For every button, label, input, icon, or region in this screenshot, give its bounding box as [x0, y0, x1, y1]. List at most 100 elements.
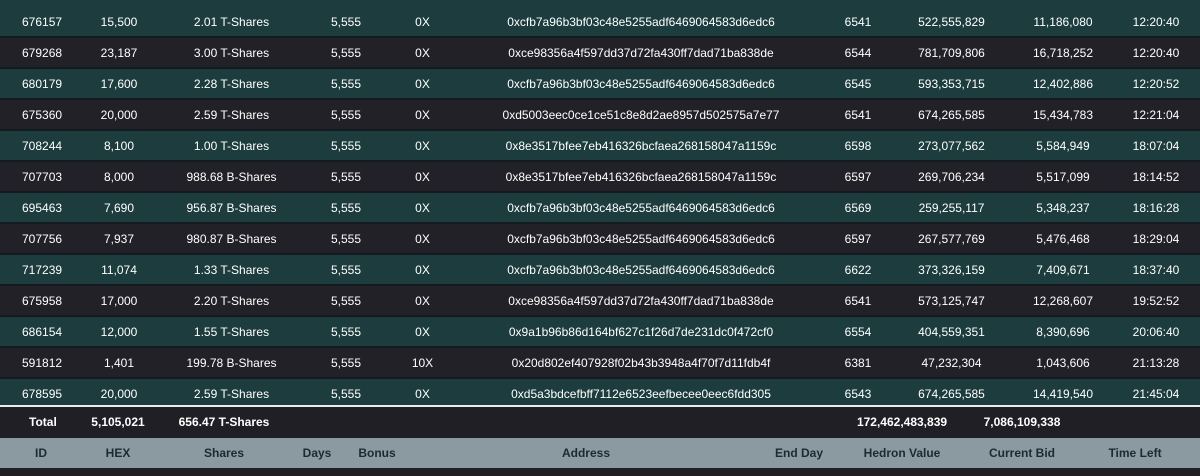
- table-row[interactable]: 695463 7,690 956.87 B-Shares 5,555 0X 0xcfb7a…: [0, 192, 1200, 224]
- row-hedron-value: 267,577,769: [889, 223, 1014, 255]
- row-shares: 199.78 B-Shares: [161, 347, 302, 379]
- row-bonus: 0X: [390, 316, 455, 348]
- row-bonus: 0X: [390, 130, 455, 162]
- row-address[interactable]: 0x8e3517bfee7eb416326bcfaea268158047a115…: [455, 161, 827, 193]
- row-end-day: 6541: [827, 285, 889, 317]
- table-row[interactable]: 679268 23,187 3.00 T-Shares 5,555 0X 0xce9835…: [0, 37, 1200, 69]
- row-bonus: 0X: [390, 192, 455, 224]
- column-header-hedron-value[interactable]: Hedron Value: [864, 438, 941, 468]
- row-days: 5,555: [302, 316, 390, 348]
- row-time-left: 12:21:04: [1112, 99, 1200, 131]
- column-header-time-left[interactable]: Time Left: [1108, 438, 1161, 468]
- row-id: 707703: [0, 161, 77, 193]
- table-row[interactable]: 591812 1,401 199.78 B-Shares 5,555 10X 0x20d8…: [0, 347, 1200, 379]
- row-hex: 17,600: [77, 68, 161, 100]
- row-id: 675958: [0, 285, 77, 317]
- row-address[interactable]: 0xce98356a4f597dd37d72fa430ff7dad71ba838…: [455, 285, 827, 317]
- row-end-day: 6597: [827, 223, 889, 255]
- column-header-address[interactable]: Address: [562, 438, 610, 468]
- table-body: 676157 15,500 2.01 T-Shares 5,555 0X 0xcfb7a9…: [0, 7, 1200, 410]
- column-header-bonus[interactable]: Bonus: [358, 438, 395, 468]
- totals-current-bid: 7,086,109,338: [983, 415, 1061, 429]
- row-current-bid: 7,409,671: [1014, 254, 1112, 286]
- row-current-bid: 16,718,252: [1014, 37, 1112, 69]
- row-hedron-value: 593,353,715: [889, 68, 1014, 100]
- totals-row: Total 5,105,021 656.47 T-Shares 172,462,…: [0, 407, 1200, 438]
- row-id: 717239: [0, 254, 77, 286]
- row-shares: 2.28 T-Shares: [161, 68, 302, 100]
- row-current-bid: 12,268,607: [1014, 285, 1112, 317]
- page-footer-strip: [0, 468, 1200, 476]
- row-bonus: 0X: [390, 7, 455, 38]
- row-address[interactable]: 0xcfb7a96b3bf03c48e5255adf6469064583d6ed…: [455, 223, 827, 255]
- row-hex: 7,690: [77, 192, 161, 224]
- table-row[interactable]: 707756 7,937 980.87 B-Shares 5,555 0X 0xcfb7a…: [0, 223, 1200, 255]
- row-bonus: 0X: [390, 99, 455, 131]
- table-row[interactable]: 707703 8,000 988.68 B-Shares 5,555 0X 0x8e351…: [0, 161, 1200, 193]
- row-hex: 1,401: [77, 347, 161, 379]
- row-time-left: 21:13:28: [1112, 347, 1200, 379]
- row-address[interactable]: 0xcfb7a96b3bf03c48e5255adf6469064583d6ed…: [455, 192, 827, 224]
- row-id: 708244: [0, 130, 77, 162]
- row-shares: 980.87 B-Shares: [161, 223, 302, 255]
- row-shares: 1.33 T-Shares: [161, 254, 302, 286]
- row-address[interactable]: 0xcfb7a96b3bf03c48e5255adf6469064583d6ed…: [455, 68, 827, 100]
- row-shares: 2.20 T-Shares: [161, 285, 302, 317]
- row-address[interactable]: 0xce98356a4f597dd37d72fa430ff7dad71ba838…: [455, 37, 827, 69]
- row-hex: 23,187: [77, 37, 161, 69]
- row-id: 686154: [0, 316, 77, 348]
- row-hex: 15,500: [77, 7, 161, 38]
- row-hex: 7,937: [77, 223, 161, 255]
- column-header-end-day[interactable]: End Day: [775, 438, 823, 468]
- row-current-bid: 11,186,080: [1014, 7, 1112, 38]
- totals-hedron-value: 172,462,483,839: [856, 415, 948, 429]
- row-bonus: 0X: [390, 68, 455, 100]
- table-row[interactable]: 675360 20,000 2.59 T-Shares 5,555 0X 0xd5003e…: [0, 99, 1200, 131]
- row-time-left: 18:16:28: [1112, 192, 1200, 224]
- row-end-day: 6381: [827, 347, 889, 379]
- table-row[interactable]: 675958 17,000 2.20 T-Shares 5,555 0X 0xce9835…: [0, 285, 1200, 317]
- row-hedron-value: 373,326,159: [889, 254, 1014, 286]
- row-id: 591812: [0, 347, 77, 379]
- row-id: 680179: [0, 68, 77, 100]
- row-shares: 1.00 T-Shares: [161, 130, 302, 162]
- row-address[interactable]: 0x8e3517bfee7eb416326bcfaea268158047a115…: [455, 130, 827, 162]
- row-hedron-value: 573,125,747: [889, 285, 1014, 317]
- table-row[interactable]: 686154 12,000 1.55 T-Shares 5,555 0X 0x9a1b96…: [0, 316, 1200, 348]
- row-shares: 2.59 T-Shares: [161, 99, 302, 131]
- row-hedron-value: 273,077,562: [889, 130, 1014, 162]
- row-bonus: 0X: [390, 161, 455, 193]
- row-days: 5,555: [302, 7, 390, 38]
- table-row[interactable]: 676157 15,500 2.01 T-Shares 5,555 0X 0xcfb7a9…: [0, 7, 1200, 38]
- row-address[interactable]: 0x9a1b96b86d164bf627c1f26d7de231dc0f472c…: [455, 316, 827, 348]
- row-current-bid: 12,402,886: [1014, 68, 1112, 100]
- row-bonus: 10X: [390, 347, 455, 379]
- row-days: 5,555: [302, 161, 390, 193]
- column-header-current-bid[interactable]: Current Bid: [989, 438, 1055, 468]
- table-row[interactable]: 717239 11,074 1.33 T-Shares 5,555 0X 0xcfb7a9…: [0, 254, 1200, 286]
- row-hedron-value: 781,709,806: [889, 37, 1014, 69]
- row-time-left: 12:20:40: [1112, 7, 1200, 38]
- row-time-left: 18:07:04: [1112, 130, 1200, 162]
- row-bonus: 0X: [390, 285, 455, 317]
- table-row[interactable]: 680179 17,600 2.28 T-Shares 5,555 0X 0xcfb7a9…: [0, 68, 1200, 100]
- previous-row-fragment: [0, 0, 1200, 7]
- table-row[interactable]: 708244 8,100 1.00 T-Shares 5,555 0X 0x8e3517b…: [0, 130, 1200, 162]
- row-id: 675360: [0, 99, 77, 131]
- row-hex: 8,100: [77, 130, 161, 162]
- row-days: 5,555: [302, 99, 390, 131]
- row-time-left: 20:06:40: [1112, 316, 1200, 348]
- column-header-id[interactable]: ID: [35, 438, 47, 468]
- column-header-hex[interactable]: HEX: [106, 438, 131, 468]
- row-address[interactable]: 0xcfb7a96b3bf03c48e5255adf6469064583d6ed…: [455, 7, 827, 38]
- row-address[interactable]: 0xd5003eec0ce1ce51c8e8d2ae8957d502575a7e…: [455, 99, 827, 131]
- totals-label: Total: [29, 415, 57, 429]
- row-hex: 12,000: [77, 316, 161, 348]
- stakes-table: 676157 15,500 2.01 T-Shares 5,555 0X 0xcfb7a9…: [0, 7, 1200, 410]
- column-header-shares[interactable]: Shares: [204, 438, 244, 468]
- column-header-days[interactable]: Days: [303, 438, 332, 468]
- row-address[interactable]: 0xcfb7a96b3bf03c48e5255adf6469064583d6ed…: [455, 254, 827, 286]
- row-days: 5,555: [302, 68, 390, 100]
- row-address[interactable]: 0x20d802ef407928f02b43b3948a4f70f7d11fdb…: [455, 347, 827, 379]
- row-time-left: 18:37:40: [1112, 254, 1200, 286]
